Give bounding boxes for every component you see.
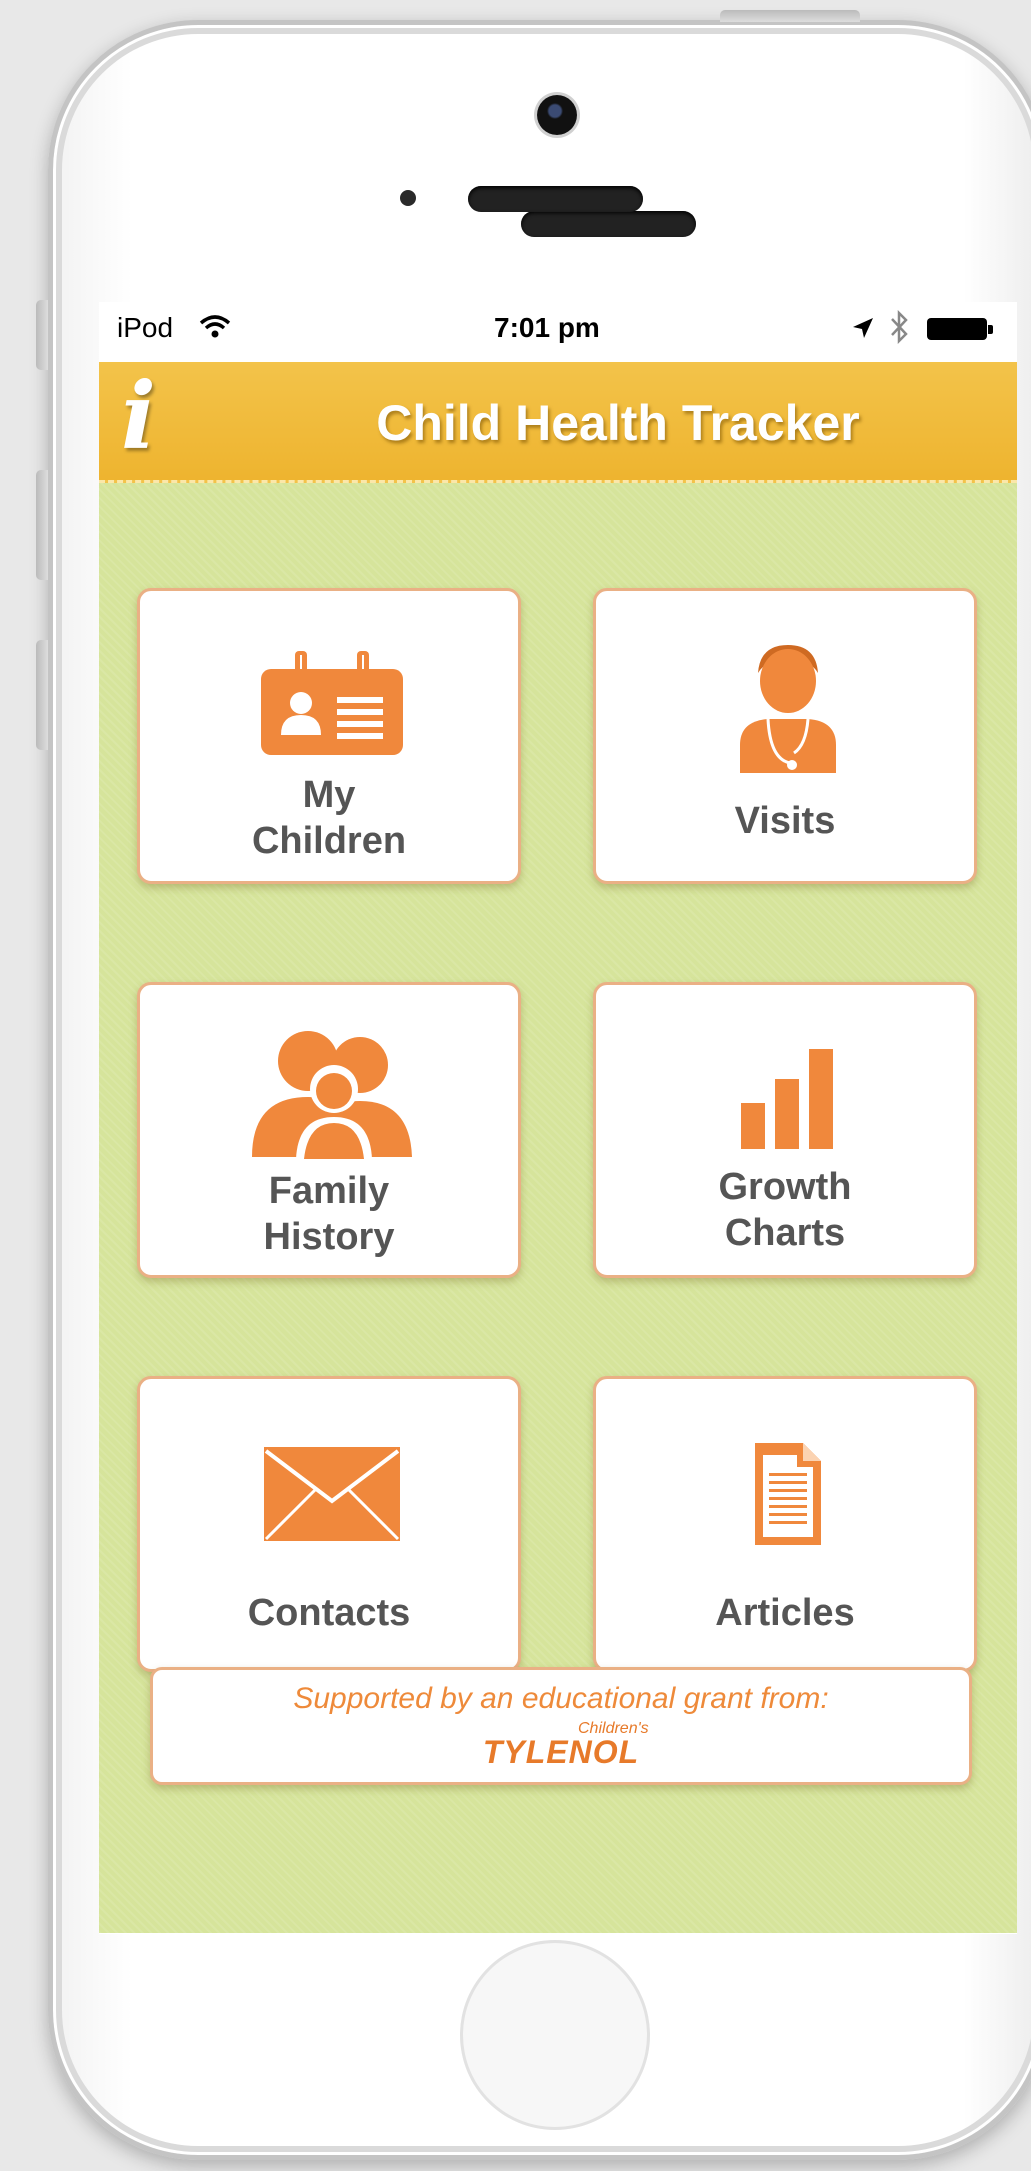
info-icon[interactable]: i — [121, 366, 156, 466]
proximity-sensor — [400, 190, 416, 206]
mute-switch — [36, 300, 48, 370]
status-bar: iPod 7:01 pm — [99, 302, 1017, 362]
contacts-label: Contacts — [247, 1592, 411, 1634]
doctor-icon — [740, 645, 836, 773]
contacts-tile[interactable]: Contacts — [137, 1376, 521, 1672]
battery-tip — [988, 325, 993, 334]
family-history-tile[interactable]: Family History — [137, 982, 521, 1278]
battery-icon — [927, 318, 987, 340]
wifi-icon — [199, 315, 231, 338]
volume-down-button — [36, 640, 48, 750]
sponsor-brand-logo: TYLENOL — [482, 1734, 640, 1770]
page-title: Child Health Tracker — [376, 395, 860, 451]
power-button — [720, 10, 860, 22]
sponsor-text: Supported by an educational grant from: — [293, 1682, 829, 1715]
growth-charts-label-line1: Growth — [718, 1166, 852, 1208]
app-header: i Child Health Tracker — [99, 362, 1017, 483]
earpiece-speaker — [521, 211, 696, 237]
clock: 7:01 pm — [494, 312, 600, 343]
location-icon — [853, 318, 873, 338]
id-card-icon — [261, 651, 403, 755]
family-icon — [252, 1031, 412, 1159]
my-children-tile[interactable]: My Children — [137, 588, 521, 884]
front-camera — [537, 95, 577, 135]
home-button[interactable] — [460, 1940, 650, 2130]
app-screen: iPod 7:01 pm i Child Health Tracker My C… — [99, 302, 1017, 1934]
carrier-label: iPod — [117, 312, 174, 343]
document-icon — [755, 1443, 821, 1545]
family-history-label-line2: History — [263, 1216, 395, 1258]
volume-up-button — [36, 470, 48, 580]
growth-charts-tile[interactable]: Growth Charts — [593, 982, 977, 1278]
my-children-label-line2: Children — [251, 820, 407, 862]
visits-label: Visits — [734, 800, 836, 842]
earpiece-speaker — [468, 186, 643, 212]
bar-chart-icon — [741, 1049, 833, 1149]
menu-grid: My Children Visits Family History Growth… — [99, 483, 1017, 1933]
bluetooth-icon — [891, 310, 908, 344]
my-children-label-line1: My — [302, 774, 356, 816]
articles-tile[interactable]: Articles — [593, 1376, 977, 1672]
growth-charts-label-line2: Charts — [724, 1212, 846, 1254]
visits-tile[interactable]: Visits — [593, 588, 977, 884]
family-history-label-line1: Family — [268, 1170, 390, 1212]
articles-label: Articles — [715, 1592, 855, 1634]
envelope-icon — [264, 1447, 400, 1541]
sponsor-banner: Supported by an educational grant from: … — [150, 1667, 972, 1785]
